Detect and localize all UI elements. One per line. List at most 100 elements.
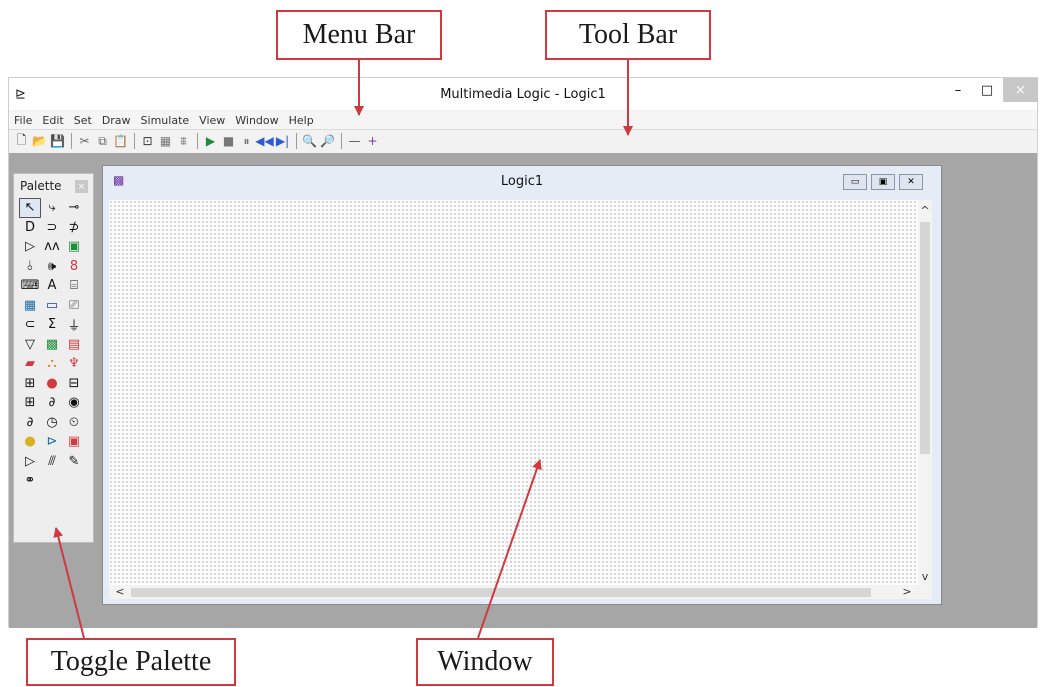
house-icon[interactable]: ▰ xyxy=(19,354,41,374)
globe-icon[interactable]: ◉ xyxy=(63,393,85,413)
minimize-button[interactable]: – xyxy=(945,78,971,102)
seven-segment-icon[interactable]: 8 xyxy=(63,257,85,277)
schmitt-icon[interactable]: ᴧᴧ xyxy=(41,237,63,257)
document-close-button[interactable]: ✕ xyxy=(899,174,923,190)
open-icon[interactable]: 📂 xyxy=(31,133,48,150)
menu-item-view[interactable]: View xyxy=(194,114,230,127)
app-title: Multimedia Logic - Logic1 xyxy=(440,87,606,102)
plus-icon[interactable]: + xyxy=(364,133,381,150)
paste-icon[interactable]: 📋 xyxy=(112,133,129,150)
menu-item-window[interactable]: Window xyxy=(230,114,283,127)
callout-menu-bar: Menu Bar xyxy=(276,10,442,60)
robot-icon[interactable]: ▤ xyxy=(63,335,85,355)
menu-item-draw[interactable]: Draw xyxy=(97,114,136,127)
palette-close-button[interactable]: × xyxy=(75,180,88,193)
lamp-icon[interactable]: ♆ xyxy=(63,354,85,374)
zoom-in-icon[interactable]: 🔎 xyxy=(319,133,336,150)
clock-icon[interactable]: ◷ xyxy=(41,413,63,433)
filter-icon[interactable]: ▽ xyxy=(19,335,41,355)
timer-icon[interactable]: ∂ xyxy=(19,413,41,433)
and-gate-icon[interactable]: D xyxy=(19,218,41,238)
palette-header: Palette × xyxy=(14,174,93,198)
hex-display-icon[interactable]: ⌸ xyxy=(63,276,85,296)
buffer-icon[interactable]: ▷ xyxy=(19,237,41,257)
wire-tool-icon[interactable]: ⤷ xyxy=(41,198,63,218)
save-icon[interactable]: 💾 xyxy=(49,133,66,150)
horizontal-scroll-thumb[interactable] xyxy=(131,588,871,597)
run-icon[interactable]: ▶ xyxy=(202,133,219,150)
screen-icon[interactable]: ▭ xyxy=(41,296,63,316)
link-icon[interactable]: ⚭ xyxy=(19,471,41,491)
new-icon[interactable]: 🗋 xyxy=(13,133,30,150)
palette-panel: Palette × ↖ ⤷ ⊸ D ⊃ ⊅ ▷ ᴧᴧ ▣ ⫰ 🕪 8 ⌨ A ⌸ ▦ ▭ ⎚ ⊂ Σ ⏚ ▽ ▩ ▤ ▰ ⛬ ♆ ⊞ ●… xyxy=(13,173,94,543)
matrix-icon[interactable]: ▦ xyxy=(19,296,41,316)
scroll-right-icon[interactable]: > xyxy=(900,585,914,598)
bitmap-icon[interactable]: ⎚ xyxy=(63,296,85,316)
menu-item-file[interactable]: File xyxy=(9,114,37,127)
vertical-scrollbar[interactable]: ^ v xyxy=(918,200,932,585)
tool-bar: 🗋 📂 💾 ✂ ⧉ 📋 ⊡ ▦ ⩩ ▶ ■ ⏸ ◀◀ ▶| 🔍 🔎 — + xyxy=(9,130,1037,152)
document-title-bar[interactable]: ▩ Logic1 ▭ ▣ ✕ xyxy=(103,166,941,196)
title-bar[interactable]: ⊵ Multimedia Logic - Logic1 – □ × xyxy=(9,78,1038,110)
document-minimize-button[interactable]: ▭ xyxy=(843,174,867,190)
stop-icon[interactable]: ■ xyxy=(220,133,237,150)
register-icon[interactable]: ⊞ xyxy=(19,393,41,413)
pen-icon[interactable]: ✎ xyxy=(63,452,85,472)
grid-icon[interactable]: ▦ xyxy=(157,133,174,150)
traffic-icon[interactable]: ⛬ xyxy=(41,354,63,374)
draw-mode-icon[interactable]: ⊡ xyxy=(139,133,156,150)
document-maximize-button[interactable]: ▣ xyxy=(871,174,895,190)
ground-icon[interactable]: ⏚ xyxy=(63,315,85,335)
counter-icon[interactable]: ⊟ xyxy=(63,374,85,394)
text-icon[interactable]: A xyxy=(41,276,63,296)
led-icon[interactable]: ▣ xyxy=(63,237,85,257)
pause-icon[interactable]: ⏸ xyxy=(238,133,255,150)
toolbar-separator xyxy=(296,133,297,149)
probe-icon[interactable]: ▷ xyxy=(19,452,41,472)
xor-gate-icon[interactable]: ⊅ xyxy=(63,218,85,238)
menu-item-help[interactable]: Help xyxy=(284,114,319,127)
callout-tool-bar: Tool Bar xyxy=(545,10,711,60)
vertical-scroll-thumb[interactable] xyxy=(920,222,930,454)
scroll-down-icon[interactable]: v xyxy=(918,570,932,583)
random-icon[interactable]: ⫻ xyxy=(41,452,63,472)
rewind-icon[interactable]: ◀◀ xyxy=(255,133,273,150)
step-icon[interactable]: ▶| xyxy=(274,133,291,150)
copy-icon[interactable]: ⧉ xyxy=(94,133,111,150)
switch-icon[interactable]: ⫰ xyxy=(19,257,41,277)
or-gate-icon[interactable]: ⊃ xyxy=(41,218,63,238)
callout-toggle-palette: Toggle Palette xyxy=(26,638,236,686)
align-icon[interactable]: ⩩ xyxy=(175,133,192,150)
cut-icon[interactable]: ✂ xyxy=(76,133,93,150)
drawing-canvas[interactable] xyxy=(109,200,918,585)
keyboard-icon[interactable]: ⌨ xyxy=(19,276,41,296)
scroll-left-icon[interactable]: < xyxy=(113,585,127,598)
bus-icon[interactable]: ⊳ xyxy=(41,432,63,452)
menu-item-set[interactable]: Set xyxy=(69,114,97,127)
minus-icon[interactable]: — xyxy=(346,133,363,150)
toolbar-separator xyxy=(341,133,342,149)
sigma-icon[interactable]: Σ xyxy=(41,315,63,335)
document-window: ▩ Logic1 ▭ ▣ ✕ ^ v < > xyxy=(102,165,942,605)
menu-item-edit[interactable]: Edit xyxy=(37,114,68,127)
oscillator-icon[interactable]: ∂ xyxy=(41,393,63,413)
select-tool-icon[interactable]: ↖ xyxy=(19,198,41,218)
stopwatch-icon[interactable]: ⏲ xyxy=(63,413,85,433)
delay-icon[interactable]: ⊂ xyxy=(19,315,41,335)
close-button[interactable]: × xyxy=(1003,78,1038,102)
menu-item-simulate[interactable]: Simulate xyxy=(136,114,195,127)
scroll-up-icon[interactable]: ^ xyxy=(918,204,932,217)
app-window: ⊵ Multimedia Logic - Logic1 – □ × File Ed… xyxy=(8,77,1038,628)
maximize-button[interactable]: □ xyxy=(975,78,999,102)
toolbar-separator xyxy=(197,133,198,149)
flipflop-icon[interactable]: ⊞ xyxy=(19,374,41,394)
circuit-board-icon[interactable]: ▩ xyxy=(41,335,63,355)
zoom-out-icon[interactable]: 🔍 xyxy=(301,133,318,150)
picture-icon[interactable]: ▣ xyxy=(63,432,85,452)
lightbulb-icon[interactable]: ● xyxy=(19,432,41,452)
speaker-icon[interactable]: 🕪 xyxy=(41,257,63,277)
menu-bar: File Edit Set Draw Simulate View Window Help xyxy=(9,111,1037,130)
pin-tool-icon[interactable]: ⊸ xyxy=(63,198,85,218)
red-dot-icon[interactable]: ● xyxy=(41,374,63,394)
horizontal-scrollbar[interactable]: < > xyxy=(109,585,932,599)
